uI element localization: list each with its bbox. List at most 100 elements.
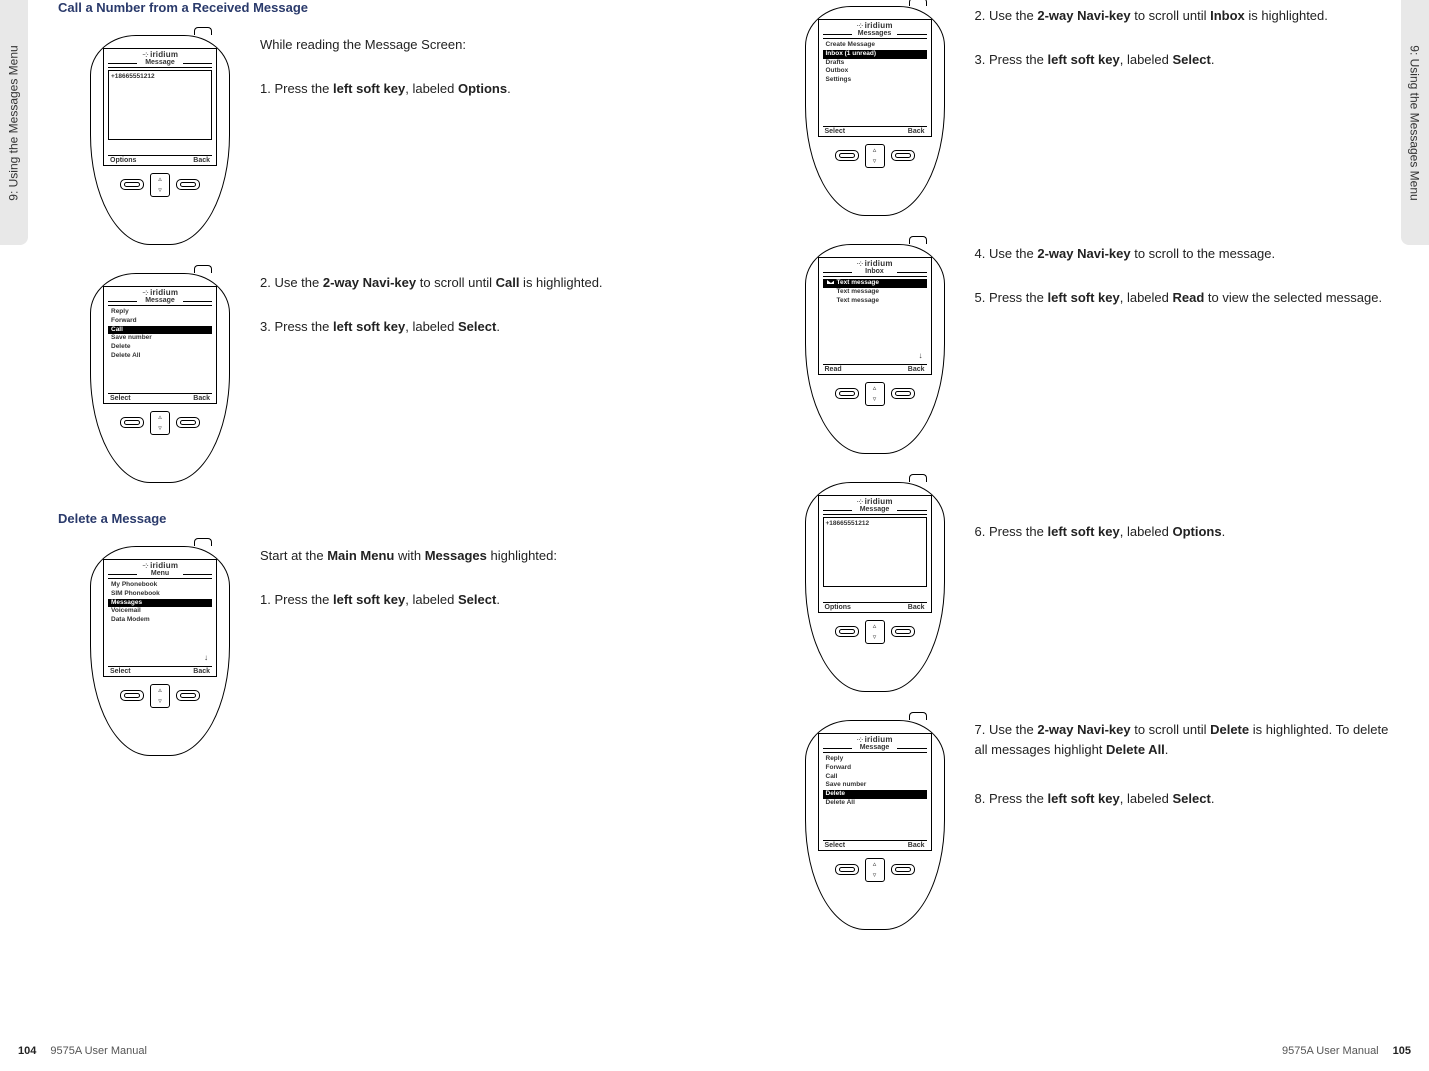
page-right: 9: Using the Messages Menu iridium Messa…	[715, 0, 1429, 1071]
softkey-left[interactable]: Select	[110, 395, 131, 402]
navi-key[interactable]: ▵▿	[150, 173, 170, 197]
left-soft-button[interactable]	[835, 388, 859, 399]
softkey-right[interactable]: Back	[193, 395, 210, 402]
menu-list: Reply Forward Call Save number Delete De…	[108, 308, 212, 361]
softkey-left[interactable]: Select	[110, 668, 131, 675]
manual-name: 9575A User Manual	[1282, 1045, 1379, 1057]
left-soft-button[interactable]	[835, 626, 859, 637]
heading-delete-message: Delete a Message	[58, 511, 675, 526]
right-soft-button[interactable]	[891, 150, 915, 161]
right-soft-button[interactable]	[891, 388, 915, 399]
softkey-left[interactable]: Read	[825, 366, 842, 373]
phone-message-view: iridium Message +18665551212 Options Bac…	[90, 35, 230, 245]
left-soft-button[interactable]	[120, 690, 144, 701]
softkey-right[interactable]: Back	[193, 668, 210, 675]
screen-title: Messages	[823, 30, 927, 39]
softkey-left[interactable]: Options	[110, 157, 136, 164]
menu-item[interactable]: Call	[823, 773, 927, 782]
right-soft-button[interactable]	[176, 690, 200, 701]
brand-logo: iridium	[104, 49, 216, 59]
menu-list: Create Message Inbox (1 unread) Drafts O…	[823, 41, 927, 85]
softkey-right[interactable]: Back	[908, 842, 925, 849]
menu-item-highlighted[interactable]: Text message	[823, 279, 927, 288]
menu-item[interactable]: Reply	[823, 755, 927, 764]
left-soft-button[interactable]	[835, 864, 859, 875]
left-soft-button[interactable]	[120, 417, 144, 428]
menu-item[interactable]: Forward	[108, 317, 212, 326]
menu-item[interactable]: Create Message	[823, 41, 927, 50]
brand-logo: iridium	[819, 734, 931, 744]
left-soft-button[interactable]	[120, 179, 144, 190]
side-tab-right: 9: Using the Messages Menu	[1401, 0, 1429, 245]
navi-key[interactable]: ▵▿	[865, 858, 885, 882]
instruction-r4: 4. Use the 2-way Navi-key to scroll to t…	[975, 244, 1390, 264]
menu-item[interactable]: Drafts	[823, 59, 927, 68]
navi-key[interactable]: ▵▿	[150, 684, 170, 708]
right-soft-button[interactable]	[176, 179, 200, 190]
navi-key[interactable]: ▵▿	[865, 620, 885, 644]
menu-item[interactable]: Forward	[823, 764, 927, 773]
phone-options-call: iridium Message Reply Forward Call Save …	[90, 273, 230, 483]
right-soft-button[interactable]	[891, 864, 915, 875]
instruction-3: 3. Press the left soft key, labeled Sele…	[260, 317, 675, 337]
footer-right: 105 9575A User Manual	[1282, 1045, 1411, 1057]
step-block-r4: iridium Message Reply Forward Call Save …	[755, 720, 1390, 930]
menu-item[interactable]: Data Modem	[108, 616, 212, 625]
phone-message-view-2: iridium Message +18665551212 Options Bac…	[805, 482, 945, 692]
phone-messages-menu: iridium Messages Create Message Inbox (1…	[805, 6, 945, 216]
left-soft-button[interactable]	[835, 150, 859, 161]
navi-key[interactable]: ▵▿	[865, 144, 885, 168]
softkey-right[interactable]: Back	[908, 128, 925, 135]
page-number: 105	[1393, 1045, 1411, 1057]
step-block-r3: iridium Message +18665551212 Options Bac…	[755, 482, 1390, 692]
softkey-right[interactable]: Back	[193, 157, 210, 164]
menu-item[interactable]: Outbox	[823, 67, 927, 76]
menu-item[interactable]: Text message	[823, 288, 927, 297]
instruction-r6: 6. Press the left soft key, labeled Opti…	[975, 522, 1390, 542]
screen-title: Message	[108, 297, 212, 306]
menu-item[interactable]: Delete	[108, 343, 212, 352]
softkey-left[interactable]: Select	[825, 128, 846, 135]
menu-item-highlighted[interactable]: Call	[108, 326, 212, 335]
step-block-3: iridium Menu My Phonebook SIM Phonebook …	[40, 546, 675, 756]
side-tab-text: 9: Using the Messages Menu	[7, 45, 21, 200]
phone-inbox: iridium Inbox Text message Text message …	[805, 244, 945, 454]
heading-call-number: Call a Number from a Received Message	[58, 0, 675, 15]
step-block-r1: iridium Messages Create Message Inbox (1…	[755, 6, 1390, 216]
mail-icon	[826, 279, 835, 285]
right-soft-button[interactable]	[176, 417, 200, 428]
menu-item[interactable]: Settings	[823, 76, 927, 85]
softkey-right[interactable]: Back	[908, 366, 925, 373]
message-body: +18665551212	[108, 70, 212, 140]
menu-item[interactable]: Save number	[823, 781, 927, 790]
softkey-left[interactable]: Select	[825, 842, 846, 849]
softkey-left[interactable]: Options	[825, 604, 851, 611]
menu-item[interactable]: Text message	[823, 297, 927, 306]
instruction-2: 2. Use the 2-way Navi-key to scroll unti…	[260, 273, 675, 293]
menu-item[interactable]: Voicemail	[108, 607, 212, 616]
menu-item[interactable]: Delete All	[823, 799, 927, 808]
manual-name: 9575A User Manual	[50, 1045, 147, 1057]
instruction-del-1: 1. Press the left soft key, labeled Sele…	[260, 590, 675, 610]
brand-logo: iridium	[104, 560, 216, 570]
instruction-r3: 3. Press the left soft key, labeled Sele…	[975, 50, 1390, 70]
navi-key[interactable]: ▵▿	[865, 382, 885, 406]
right-soft-button[interactable]	[891, 626, 915, 637]
brand-logo: iridium	[104, 287, 216, 297]
menu-item[interactable]: Save number	[108, 334, 212, 343]
menu-item[interactable]: Delete All	[108, 352, 212, 361]
softkey-right[interactable]: Back	[908, 604, 925, 611]
screen-title: Message	[823, 744, 927, 753]
brand-logo: iridium	[819, 258, 931, 268]
menu-item[interactable]: My Phonebook	[108, 581, 212, 590]
side-tab-left: 9: Using the Messages Menu	[0, 0, 28, 245]
menu-item-highlighted[interactable]: Messages	[108, 599, 212, 608]
menu-item-highlighted[interactable]: Inbox (1 unread)	[823, 50, 927, 59]
menu-item[interactable]: SIM Phonebook	[108, 590, 212, 599]
navi-key[interactable]: ▵▿	[150, 411, 170, 435]
screen-title: Menu	[108, 570, 212, 579]
instruction-r7: 7. Use the 2-way Navi-key to scroll unti…	[975, 720, 1390, 759]
message-body: +18665551212	[823, 517, 927, 587]
menu-item[interactable]: Reply	[108, 308, 212, 317]
menu-item-highlighted[interactable]: Delete	[823, 790, 927, 799]
